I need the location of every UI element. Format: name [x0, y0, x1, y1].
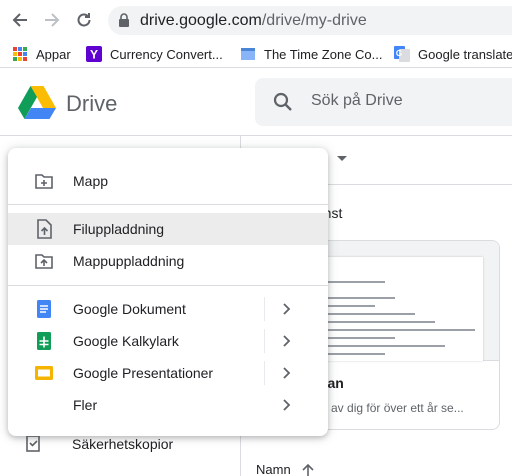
arrow-right-icon — [45, 13, 60, 27]
menu-divider — [8, 204, 328, 205]
file-upload-icon — [37, 219, 52, 239]
bookmarks-bar: Appar Y Currency Convert... The Time Zon… — [0, 40, 512, 68]
menu-item-label: Filuppladdning — [73, 221, 165, 237]
google-sheets-icon — [37, 332, 51, 350]
new-folder-icon — [35, 174, 53, 189]
bookmark-label: Appar — [36, 46, 71, 62]
menu-item-more[interactable]: Fler — [8, 389, 328, 421]
drive-header: Drive Sök på Drive — [0, 68, 512, 136]
menu-item-new-folder[interactable]: Mapp — [8, 165, 328, 197]
drive-logo-icon — [18, 86, 56, 119]
menu-item-label: Mappuppladdning — [73, 253, 185, 269]
menu-item-label: Fler — [73, 397, 98, 413]
bookmark-apps[interactable]: Appar — [12, 40, 71, 68]
svg-text:Y: Y — [90, 48, 98, 62]
reload-icon — [77, 13, 91, 27]
chevron-right-icon[interactable] — [278, 301, 294, 317]
chevron-right-icon[interactable] — [278, 365, 294, 381]
document-preview — [311, 257, 483, 361]
bookmark-label: Currency Convert... — [110, 46, 223, 62]
search-input[interactable]: Sök på Drive — [311, 92, 403, 110]
search-box[interactable]: Sök på Drive — [255, 78, 512, 126]
new-menu: Mapp Filuppladdning Mappuppladdning Goog… — [8, 148, 328, 436]
menu-item-file-upload[interactable]: Filuppladdning — [8, 213, 328, 245]
folder-upload-icon — [35, 254, 53, 269]
arrow-up-icon — [302, 463, 314, 476]
google-slides-icon — [35, 366, 53, 380]
menu-item-label: Google Presentationer — [73, 365, 214, 381]
menu-item-google-sheets[interactable]: Google Kalkylark — [8, 325, 328, 357]
bookmark-google-translate[interactable]: G Google translate — [394, 40, 512, 68]
sort-label: Namn — [256, 462, 291, 476]
browser-toolbar: drive.google.com/drive/my-drive — [0, 0, 512, 40]
lock-icon — [119, 13, 129, 27]
url-host: drive.google.com — [140, 12, 262, 29]
back-button[interactable] — [8, 8, 32, 32]
page-icon — [241, 48, 255, 60]
google-docs-icon — [37, 300, 51, 318]
menu-item-google-docs[interactable]: Google Dokument — [8, 293, 328, 325]
search-icon[interactable] — [271, 90, 295, 114]
submenu-separator — [264, 361, 265, 385]
submenu-separator — [264, 329, 265, 353]
menu-item-label: Google Kalkylark — [73, 333, 179, 349]
url-path: /drive/my-drive — [261, 12, 367, 29]
submenu-separator — [264, 297, 265, 321]
apps-grid-icon — [13, 47, 27, 61]
forward-button[interactable] — [40, 8, 64, 32]
sidebar-item-label: Säkerhetskopior — [72, 436, 174, 452]
menu-item-label: Mapp — [73, 173, 109, 189]
menu-item-label: Google Dokument — [73, 301, 186, 317]
arrow-left-icon — [12, 13, 27, 27]
yahoo-icon: Y — [86, 46, 102, 62]
menu-divider — [8, 285, 328, 286]
google-translate-icon: G — [394, 46, 410, 62]
url-text: drive.google.com/drive/my-drive — [140, 11, 367, 30]
file-activity: es av dig för över ett år se... — [315, 401, 464, 415]
bookmark-currency-converter[interactable]: Y Currency Convert... — [86, 40, 223, 68]
bookmark-time-zone[interactable]: The Time Zone Co... — [240, 40, 383, 68]
caret-down-icon — [337, 156, 348, 161]
backup-icon — [26, 435, 40, 452]
menu-item-google-slides[interactable]: Google Presentationer — [8, 357, 328, 389]
bookmark-label: Google translate — [418, 46, 512, 62]
reload-button[interactable] — [72, 8, 96, 32]
sort-by-name[interactable]: Namn — [256, 462, 315, 476]
menu-item-folder-upload[interactable]: Mappuppladdning — [8, 245, 328, 277]
bookmark-label: The Time Zone Co... — [264, 46, 383, 62]
app-name: Drive — [66, 91, 118, 116]
svg-text:G: G — [396, 49, 402, 58]
chevron-right-icon[interactable] — [278, 333, 294, 349]
sidebar-item-backups[interactable]: Säkerhetskopior — [24, 434, 173, 454]
chevron-right-icon[interactable] — [278, 397, 294, 413]
